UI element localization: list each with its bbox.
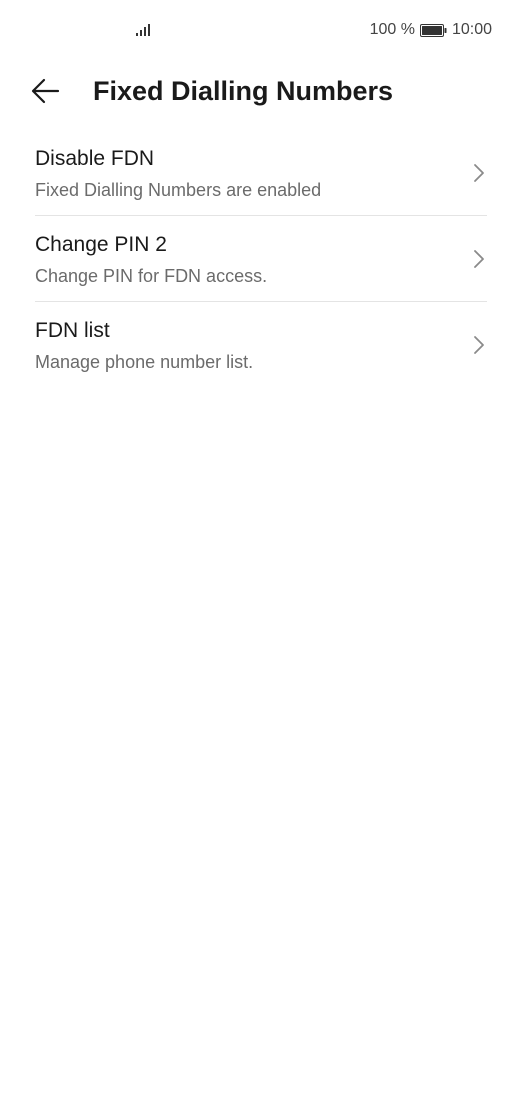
setting-title: Disable FDN: [35, 147, 155, 170]
battery-percent: 100 %: [369, 21, 415, 38]
setting-title: Change PIN 2: [35, 233, 167, 256]
chevron-right-icon: [474, 164, 484, 182]
setting-title: FDN list: [35, 319, 110, 342]
status-right: 100 % 10:00: [370, 20, 492, 40]
chevron-right-icon: [474, 336, 484, 354]
setting-disable-fdn[interactable]: Disable FDN Fixed Dialling Numbers are e…: [35, 130, 487, 216]
setting-subtitle: Fixed Dialling Numbers are enabled: [35, 180, 322, 200]
battery-icon: [419, 23, 447, 37]
setting-subtitle: Manage phone number list.: [35, 352, 254, 372]
setting-fdn-list[interactable]: FDN list Manage phone number list.: [35, 302, 487, 387]
back-button[interactable]: [30, 74, 70, 108]
settings-list: Disable FDN Fixed Dialling Numbers are e…: [35, 130, 487, 387]
header: Fixed Dialling Numbers: [0, 60, 521, 122]
signal-icon: [136, 24, 150, 36]
arrow-left-icon: [31, 78, 60, 104]
status-bar: 100 % 10:00: [0, 0, 521, 60]
status-time: 10:00: [451, 21, 492, 38]
chevron-right-icon: [474, 250, 484, 268]
setting-subtitle: Change PIN for FDN access.: [35, 266, 268, 286]
screen: 100 % 10:00 Fixed Dialling Numbers Disab…: [0, 0, 521, 1116]
page-title: Fixed Dialling Numbers: [93, 76, 394, 106]
setting-change-pin2[interactable]: Change PIN 2 Change PIN for FDN access.: [35, 216, 487, 302]
